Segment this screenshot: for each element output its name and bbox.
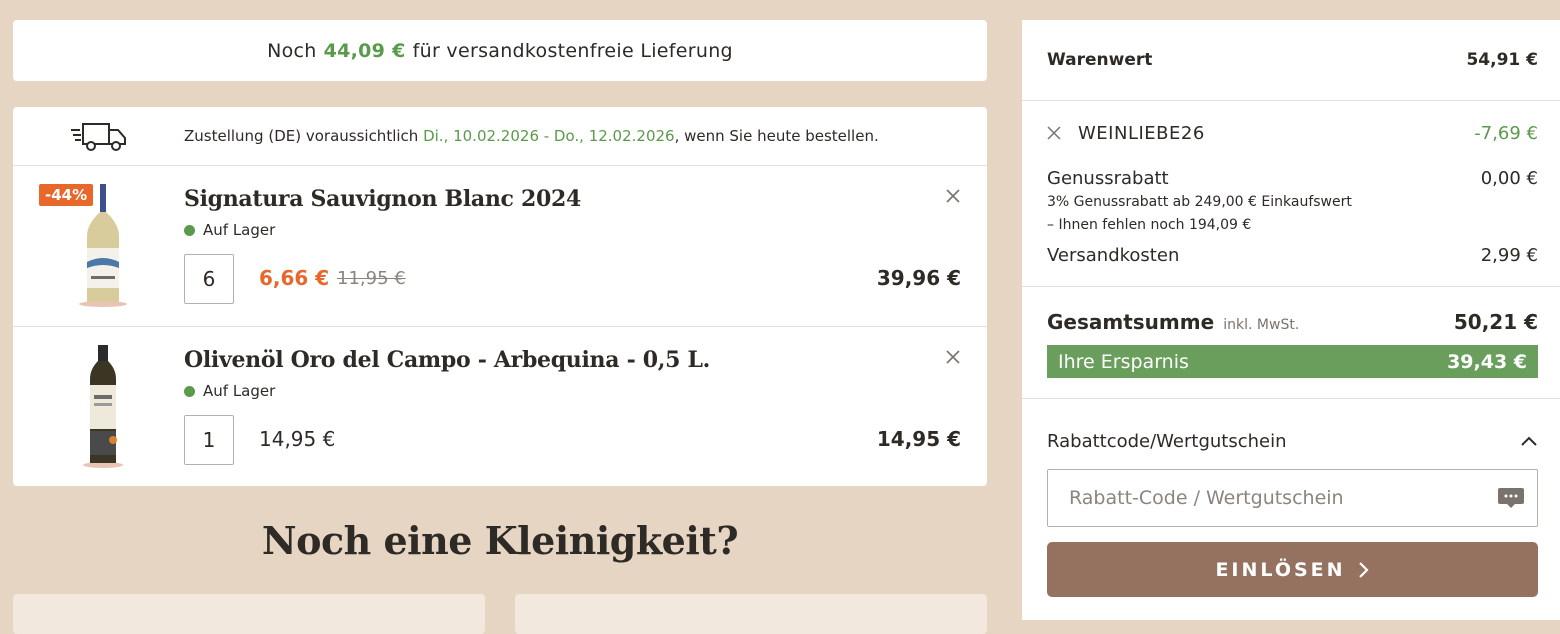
stock-label: Auf Lager [203,382,276,400]
unit-price: 14,95 € [259,427,336,451]
shipping-banner-prefix: Noch [267,39,317,62]
cart-list: Zustellung (DE) voraussichtlich Di., 10.… [13,107,987,486]
shipping-banner-amount: 44,09 € [323,39,406,62]
stock-status: Auf Lager [184,221,275,239]
line-total: 14,95 € [876,427,961,451]
order-summary: Warenwert 54,91 € WEINLIEBE26 -7,69 € Ge… [1022,20,1560,620]
discount-note-line: – Ihnen fehlen noch 194,09 € [1047,217,1252,233]
product-name[interactable]: Signatura Sauvignon Blanc 2024 [184,186,581,212]
savings-label: Ihre Ersparnis [1058,350,1189,373]
total-value: 50,21 € [1453,310,1538,334]
total-label: Gesamtsumme [1047,310,1215,334]
coupon-row: WEINLIEBE26 -7,69 € [1022,101,1560,165]
product-image-oil[interactable] [73,345,133,469]
redeem-label: EINLÖSEN [1215,558,1346,581]
shipping-label: Versandkosten [1047,244,1180,266]
delivery-prefix: Zustellung (DE) voraussichtlich [184,127,419,145]
quantity-field[interactable]: 6 [184,254,234,304]
discount-label: Genussrabatt [1047,167,1169,189]
stock-status: Auf Lager [184,382,275,400]
coupon-code: WEINLIEBE26 [1078,122,1205,144]
discount-value: 0,00 € [1480,167,1538,189]
in-stock-dot-icon [184,385,195,397]
delivery-suffix: , wenn Sie heute bestellen. [674,127,879,145]
goods-value: 54,91 € [1466,50,1538,70]
free-shipping-banner: Noch 44,09 € für versandkostenfreie Lief… [13,20,987,81]
close-icon[interactable] [945,349,961,365]
delivery-estimate: Zustellung (DE) voraussichtlich Di., 10.… [13,107,987,166]
close-icon[interactable] [945,188,961,204]
discount-note-line: 3% Genussrabatt ab 249,00 € Einkaufswert [1047,194,1352,210]
in-stock-dot-icon [184,224,195,236]
upsell-heading: Noch eine Kleinigkeit? [261,518,739,563]
stock-label: Auf Lager [203,221,276,239]
close-icon[interactable] [1047,126,1061,140]
redeem-button[interactable]: EINLÖSEN [1047,542,1538,597]
discount-badge: -44% [39,184,94,206]
goods-label: Warenwert [1047,50,1153,70]
code-section-label: Rabattcode/Wertgutschein [1047,430,1287,452]
chevron-up-icon[interactable] [1520,435,1538,447]
goods-value-row: Warenwert 54,91 € [1022,20,1560,100]
cart-item: -44% Signatura Sauvignon Blanc 2024 Auf … [13,166,987,327]
keyboard-icon [1498,488,1524,508]
unit-price: 6,66 € [259,266,330,290]
truck-icon [71,123,126,151]
upsell-product-tile[interactable] [13,594,485,634]
original-price: 11,95 € [337,268,406,289]
savings-bar: Ihre Ersparnis 39,43 € [1047,345,1538,378]
product-name[interactable]: Olivenöl Oro del Campo - Arbequina - 0,5… [184,347,710,373]
quantity-field[interactable]: 1 [184,415,234,465]
coupon-value: -7,69 € [1474,122,1538,144]
shipping-value: 2,99 € [1480,244,1538,266]
discount-row: Genussrabatt 0,00 € [1022,165,1560,191]
code-input[interactable] [1067,486,1451,510]
discount-note: 3% Genussrabatt ab 249,00 € Einkaufswert… [1022,191,1560,237]
line-total: 39,96 € [876,266,961,290]
cart-item: Olivenöl Oro del Campo - Arbequina - 0,5… [13,327,987,487]
total-note: inkl. MwSt. [1223,317,1300,333]
code-input-wrapper [1047,469,1538,527]
shipping-banner-suffix: für versandkostenfreie Lieferung [412,39,733,62]
chevron-right-icon [1358,561,1369,578]
delivery-dates: Di., 10.02.2026 - Do., 12.02.2026 [423,127,675,145]
upsell-product-tile[interactable] [515,594,987,634]
savings-value: 39,43 € [1447,350,1527,373]
shipping-row: Versandkosten 2,99 € [1022,237,1560,273]
